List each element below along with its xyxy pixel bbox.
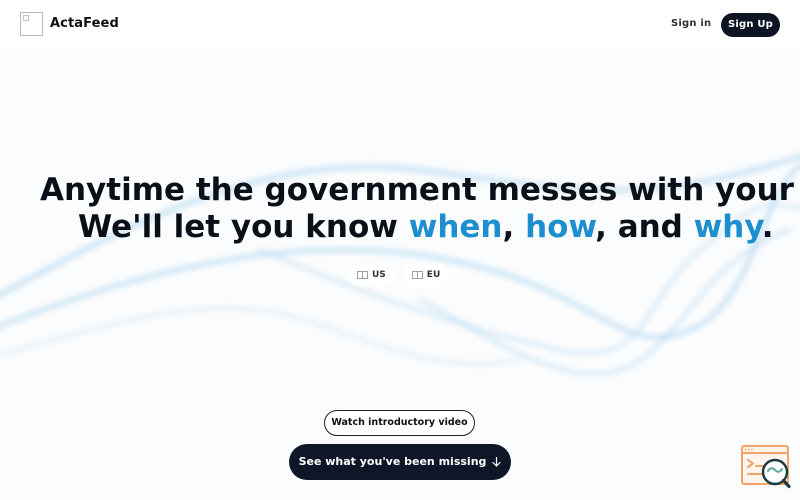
hero-headline: Anytime the government messes with your … <box>0 172 800 246</box>
see-missing-label: See what you've been missing <box>298 455 487 468</box>
see-missing-button[interactable]: See what you've been missing <box>289 444 511 480</box>
top-nav: ActaFeed Sign in Sign Up <box>0 0 800 50</box>
headline-end: . <box>761 209 774 245</box>
flag-icon <box>411 271 423 279</box>
chat-search-icon[interactable] <box>740 444 792 490</box>
landing-page: ActaFeed Sign in Sign Up Anytime the gov… <box>0 0 800 500</box>
headline-word-when: when <box>408 209 503 245</box>
headline-word-why: why <box>693 209 762 245</box>
headline-line-1-text: Anytime the government messes with your <box>40 172 800 208</box>
flag-icon <box>357 271 368 279</box>
logo-image[interactable] <box>20 12 43 36</box>
headline-word-how: how <box>525 209 596 245</box>
headline-sep-1: , <box>502 209 526 245</box>
headline-sep-2: , and <box>595 209 694 245</box>
region-label-us: US <box>372 270 386 280</box>
region-selector: US EU <box>348 264 450 286</box>
sign-in-link[interactable]: Sign in <box>671 18 711 29</box>
headline-line-2: We'll let you know when, how, and why. <box>0 209 800 246</box>
watch-video-button[interactable]: Watch introductory video <box>324 410 475 436</box>
headline-line-2-part1: We'll let you know <box>78 209 409 245</box>
region-chip-eu[interactable]: EU <box>402 264 450 286</box>
region-label-eu: EU <box>426 270 441 280</box>
region-chip-us[interactable]: US <box>348 264 395 286</box>
arrow-down-icon <box>492 457 502 467</box>
headline-line-1: Anytime the government messes with your … <box>0 172 800 209</box>
sign-up-button[interactable]: Sign Up <box>721 13 780 37</box>
brand-name[interactable]: ActaFeed <box>50 16 119 31</box>
